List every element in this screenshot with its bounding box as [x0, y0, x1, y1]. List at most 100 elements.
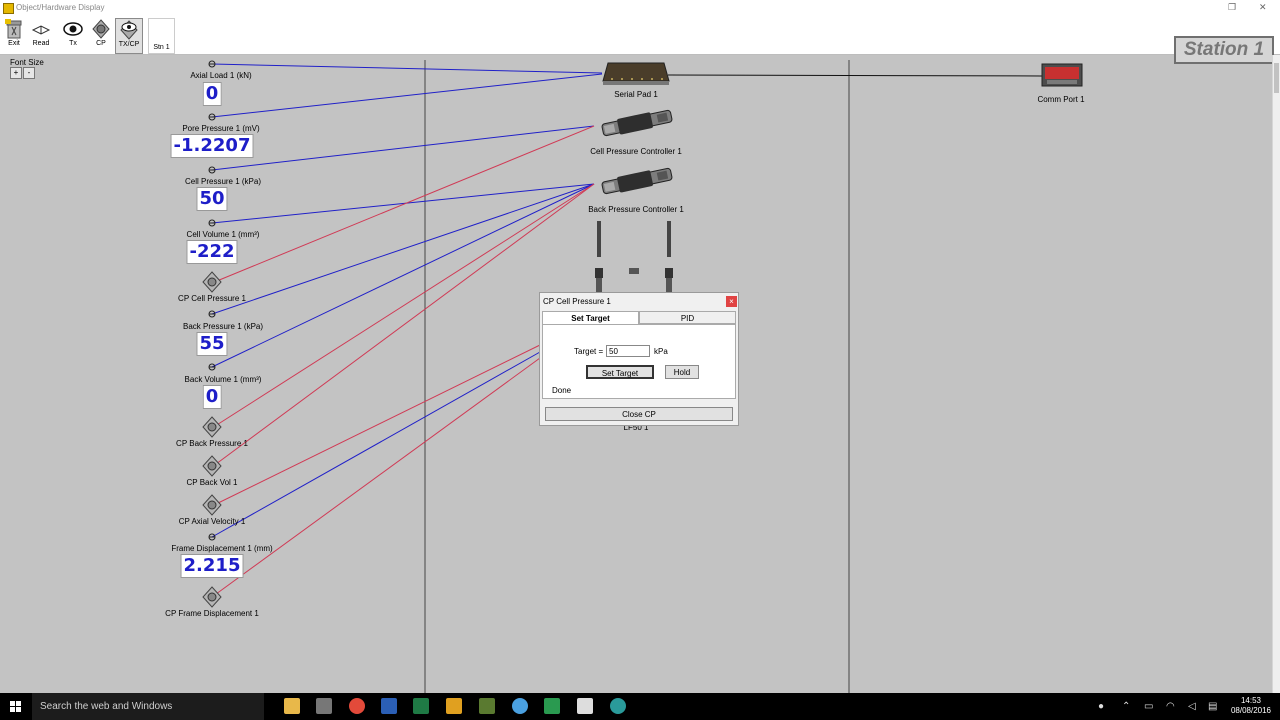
channel-value[interactable]: 2.215: [180, 554, 244, 578]
exit-label: Exit: [8, 40, 20, 47]
file-explorer-icon[interactable]: [284, 698, 300, 714]
hold-button[interactable]: Hold: [665, 365, 699, 379]
channel-label: Axial Load 1 (kN): [190, 71, 252, 80]
font-decrease-button[interactable]: -: [23, 67, 35, 79]
target-label: Target =: [574, 347, 604, 356]
sensor-icon: [207, 533, 217, 541]
tx-label: Tx: [69, 40, 77, 47]
word-icon[interactable]: [381, 698, 397, 714]
channel-value[interactable]: -222: [186, 240, 238, 264]
search-placeholder: Search the web and Windows: [40, 701, 173, 712]
station-1-label: Stn 1: [153, 44, 170, 51]
tx-button[interactable]: Tx: [60, 18, 86, 52]
c-app-icon[interactable]: [577, 698, 593, 714]
comm-port-label: Comm Port 1: [1037, 95, 1085, 104]
chrome-icon[interactable]: [349, 698, 365, 714]
font-size-label: Font Size: [10, 58, 44, 67]
volume-icon[interactable]: ◁: [1188, 701, 1196, 712]
valve-icon[interactable]: [201, 586, 223, 608]
back-pc-label: Back Pressure Controller 1: [588, 205, 684, 214]
clock-time: 14:53: [1240, 696, 1262, 705]
comm-port-device[interactable]: [1041, 62, 1083, 88]
red-wires: [211, 125, 595, 598]
serial-pad-label: Serial Pad 1: [614, 90, 658, 99]
channel-label: Cell Pressure 1 (kPa): [184, 177, 262, 186]
restore-icon[interactable]: ❐: [1228, 2, 1236, 13]
target-unit: kPa: [654, 347, 668, 356]
cp-dialog: CP Cell Pressure 1 × Set Target PID Targ…: [539, 292, 739, 426]
eye-valve-icon: [120, 20, 138, 40]
cp-button[interactable]: CP: [88, 18, 114, 52]
dialog-close-button[interactable]: ×: [726, 296, 737, 307]
set-target-button[interactable]: Set Target: [586, 365, 654, 379]
cell-pc-label: Cell Pressure Controller 1: [590, 147, 682, 156]
sensor-icon: [207, 310, 217, 318]
font-size-control: Font Size + -: [10, 58, 44, 79]
valve-icon[interactable]: [201, 494, 223, 516]
scrollbar-thumb[interactable]: [1274, 63, 1279, 93]
dialog-title: CP Cell Pressure 1: [543, 297, 611, 306]
close-window-icon[interactable]: ✕: [1259, 2, 1267, 13]
title-bar: Object/Hardware Display ❐ ✕: [0, 0, 1280, 16]
clock-date: 08/08/2016: [1230, 706, 1272, 715]
chevron-up-icon[interactable]: ⌃: [1122, 701, 1130, 712]
wifi-icon[interactable]: ◠: [1166, 701, 1175, 712]
sensor-icon: [207, 363, 217, 371]
cp-label: CP: [96, 40, 106, 47]
serial-pad-device[interactable]: [602, 61, 670, 87]
taskbar: Search the web and Windows ● ⌃ ▭ ◠ ◁ ▤ 1…: [0, 693, 1280, 720]
station-1-button[interactable]: Stn 1: [148, 18, 175, 54]
exit-button[interactable]: Exit: [1, 18, 27, 52]
set-target-panel: Target = 50 kPa Set Target Hold Done: [542, 324, 736, 399]
control-label: CP Cell Pressure 1: [178, 294, 246, 303]
control-label: CP Back Pressure 1: [176, 439, 248, 448]
channel-value[interactable]: 0: [202, 385, 222, 409]
toolbar: Exit Read Tx CP TX/CP Stn 1 Station 1: [0, 16, 1280, 64]
vertical-scrollbar[interactable]: [1272, 55, 1280, 693]
excel-icon[interactable]: [413, 698, 429, 714]
channel-label: Pore Pressure 1 (mV): [182, 124, 260, 133]
channel-value[interactable]: 55: [196, 332, 228, 356]
eye-icon: [63, 22, 83, 36]
tab-pid[interactable]: PID: [639, 311, 736, 324]
target-input[interactable]: 50: [606, 345, 650, 357]
outlook-icon[interactable]: [446, 698, 462, 714]
windows-start-icon[interactable]: [0, 693, 32, 720]
camtasia-icon[interactable]: [544, 698, 560, 714]
read-label: Read: [32, 40, 50, 47]
valve-icon[interactable]: [201, 416, 223, 438]
cell-pressure-controller-device[interactable]: [598, 107, 676, 139]
sensor-icon: [207, 166, 217, 174]
back-pressure-controller-device[interactable]: [598, 165, 676, 197]
hardware-app-icon[interactable]: [316, 698, 332, 714]
control-label: CP Axial Velocity 1: [178, 517, 246, 526]
valve-icon[interactable]: [201, 271, 223, 293]
channel-label: Back Pressure 1 (kPa): [182, 322, 264, 331]
tray-app-icon[interactable]: ●: [1098, 701, 1104, 712]
tx-cp-label: TX/CP: [118, 41, 140, 48]
taskbar-clock[interactable]: 14:53 08/08/2016: [1226, 696, 1276, 716]
tx-cp-button[interactable]: TX/CP: [115, 18, 143, 54]
control-label: CP Frame Displacement 1: [165, 609, 259, 618]
valve-icon: [92, 19, 110, 39]
font-increase-button[interactable]: +: [10, 67, 22, 79]
lf50-frame: [595, 221, 673, 292]
channel-value[interactable]: 0: [202, 82, 222, 106]
window-title: Object/Hardware Display: [16, 3, 105, 12]
valve-icon[interactable]: [201, 455, 223, 477]
globe-icon[interactable]: [512, 698, 528, 714]
close-cp-button[interactable]: Close CP: [545, 407, 733, 421]
channel-value[interactable]: 50: [196, 187, 228, 211]
sensor-icon: [207, 219, 217, 227]
active-app-icon[interactable]: [610, 698, 626, 714]
exit-icon: [5, 19, 22, 39]
minecraft-icon[interactable]: [479, 698, 495, 714]
channel-label: Cell Volume 1 (mm³): [186, 230, 260, 239]
notification-icon[interactable]: ▤: [1208, 701, 1217, 712]
read-button[interactable]: Read: [28, 18, 54, 52]
taskbar-search-box[interactable]: Search the web and Windows: [32, 693, 264, 720]
tab-set-target[interactable]: Set Target: [542, 311, 639, 325]
control-label: CP Back Vol 1: [186, 478, 238, 487]
battery-icon[interactable]: ▭: [1144, 701, 1153, 712]
channel-value[interactable]: -1.2207: [170, 134, 254, 158]
